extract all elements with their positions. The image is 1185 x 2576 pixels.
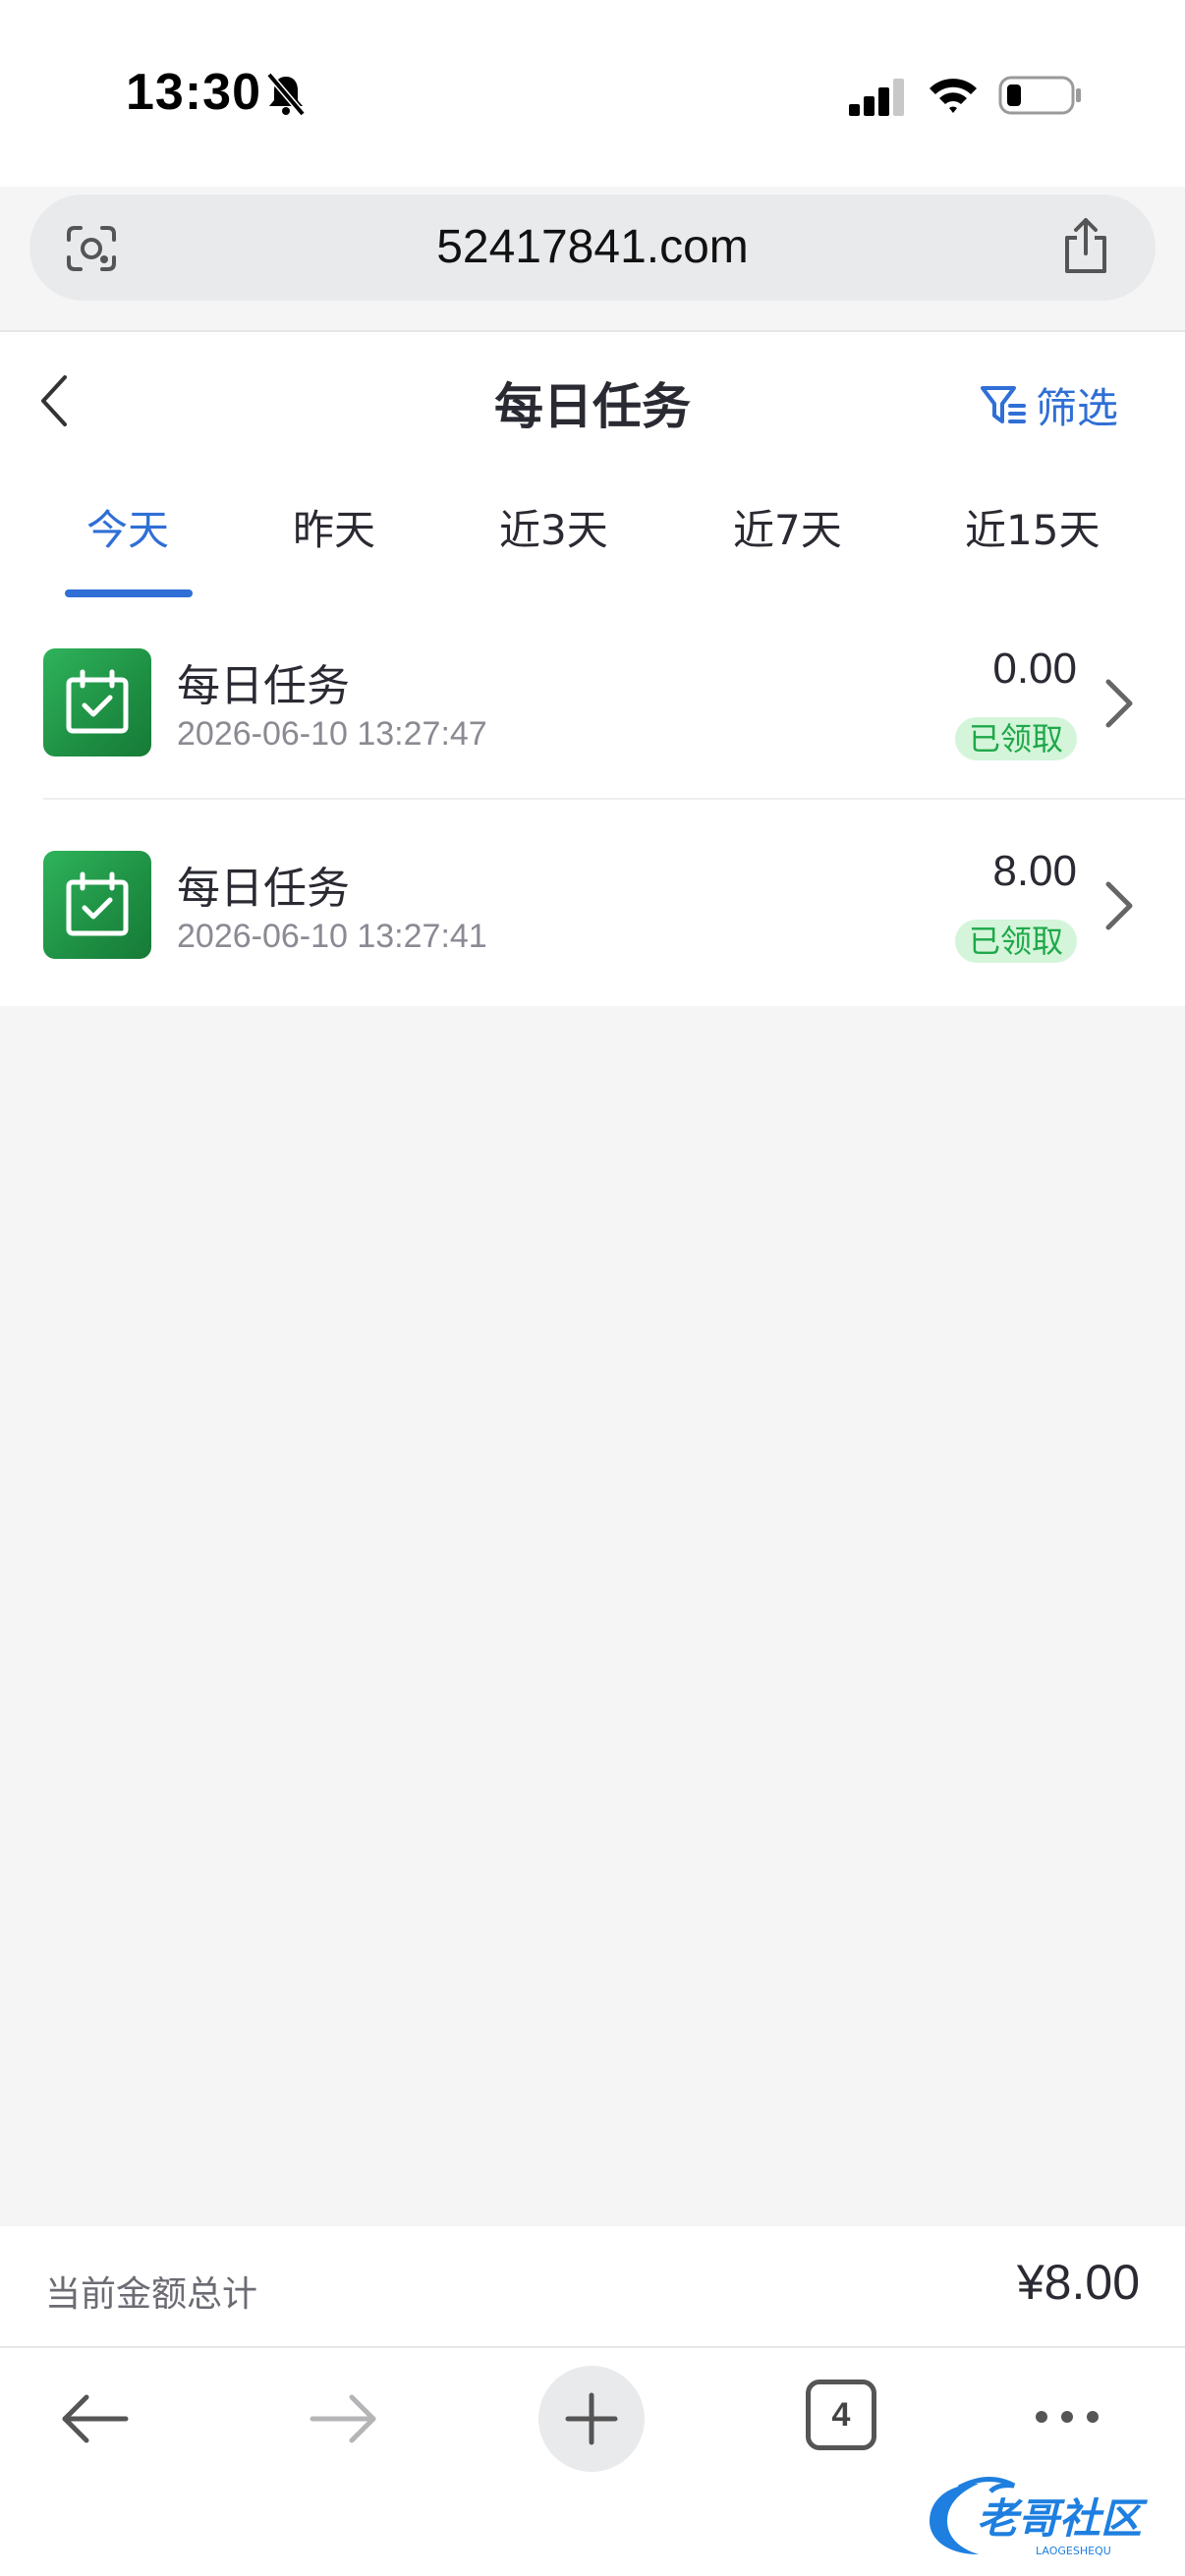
back-arrow-icon[interactable] [57, 2389, 132, 2448]
record-time: 2026-06-10 13:27:47 [177, 715, 487, 753]
wifi-icon [930, 79, 977, 113]
watermark-text: 老哥社区 [977, 2494, 1149, 2543]
page-header: 每日任务 筛选 今天 昨天 近3天 近7天 近15天 [0, 332, 1185, 597]
tab-switcher-button[interactable]: 4 [806, 2380, 876, 2450]
share-icon[interactable] [1059, 216, 1112, 277]
total-label: 当前金额总计 [45, 2274, 258, 2315]
calendar-check-icon [43, 648, 151, 756]
list-item[interactable]: 每日任务 2026-06-10 13:27:47 0.00 已领取 [0, 597, 1185, 800]
cellular-signal-icon [849, 79, 904, 116]
url-text[interactable]: 52417841.com [29, 220, 1156, 274]
record-amount: 0.00 [992, 644, 1077, 693]
status-bar: 13:30 52417841.com [0, 0, 1185, 301]
date-range-tabs: 今天 昨天 近3天 近7天 近15天 [0, 497, 1185, 597]
new-tab-button[interactable] [538, 2366, 645, 2472]
total-value: ¥8.00 [1016, 2255, 1140, 2310]
forward-arrow-icon[interactable] [307, 2389, 381, 2448]
tab-last-15-days[interactable]: 近15天 [965, 497, 1100, 557]
tab-last-7-days[interactable]: 近7天 [733, 497, 842, 557]
active-tab-indicator [65, 589, 193, 597]
watermark-subtitle: LAOGESHEQU [1036, 2545, 1111, 2557]
tab-today[interactable]: 今天 [86, 497, 169, 557]
bell-muted-icon [266, 72, 306, 117]
total-summary: 当前金额总计 ¥8.00 [0, 2226, 1185, 2346]
record-time: 2026-06-10 13:27:41 [177, 918, 487, 955]
status-badge: 已领取 [954, 920, 1077, 963]
watermark-logo: 老哥社区 LAOGESHEQU [930, 2477, 1149, 2557]
record-title: 每日任务 [177, 661, 350, 711]
more-icon[interactable] [1032, 2405, 1102, 2429]
tab-last-3-days[interactable]: 近3天 [499, 497, 608, 557]
chevron-right-icon [1105, 679, 1133, 728]
filter-button[interactable]: 筛选 [979, 375, 1118, 434]
filter-label: 筛选 [1036, 383, 1119, 432]
address-bar[interactable]: 52417841.com [29, 195, 1156, 301]
tab-yesterday[interactable]: 昨天 [293, 497, 375, 557]
battery-icon [998, 76, 1081, 115]
chevron-right-icon [1105, 881, 1133, 930]
list-item[interactable]: 每日任务 2026-06-10 13:27:41 8.00 已领取 [0, 800, 1185, 1002]
calendar-check-icon [43, 851, 151, 959]
plus-icon [565, 2392, 618, 2445]
status-time: 13:30 [126, 64, 261, 121]
record-amount: 8.00 [992, 847, 1077, 895]
record-title: 每日任务 [177, 864, 350, 914]
status-badge: 已领取 [954, 717, 1077, 760]
record-list: 每日任务 2026-06-10 13:27:47 0.00 已领取 每日任务 2… [0, 597, 1185, 1006]
filter-icon [981, 386, 1026, 423]
